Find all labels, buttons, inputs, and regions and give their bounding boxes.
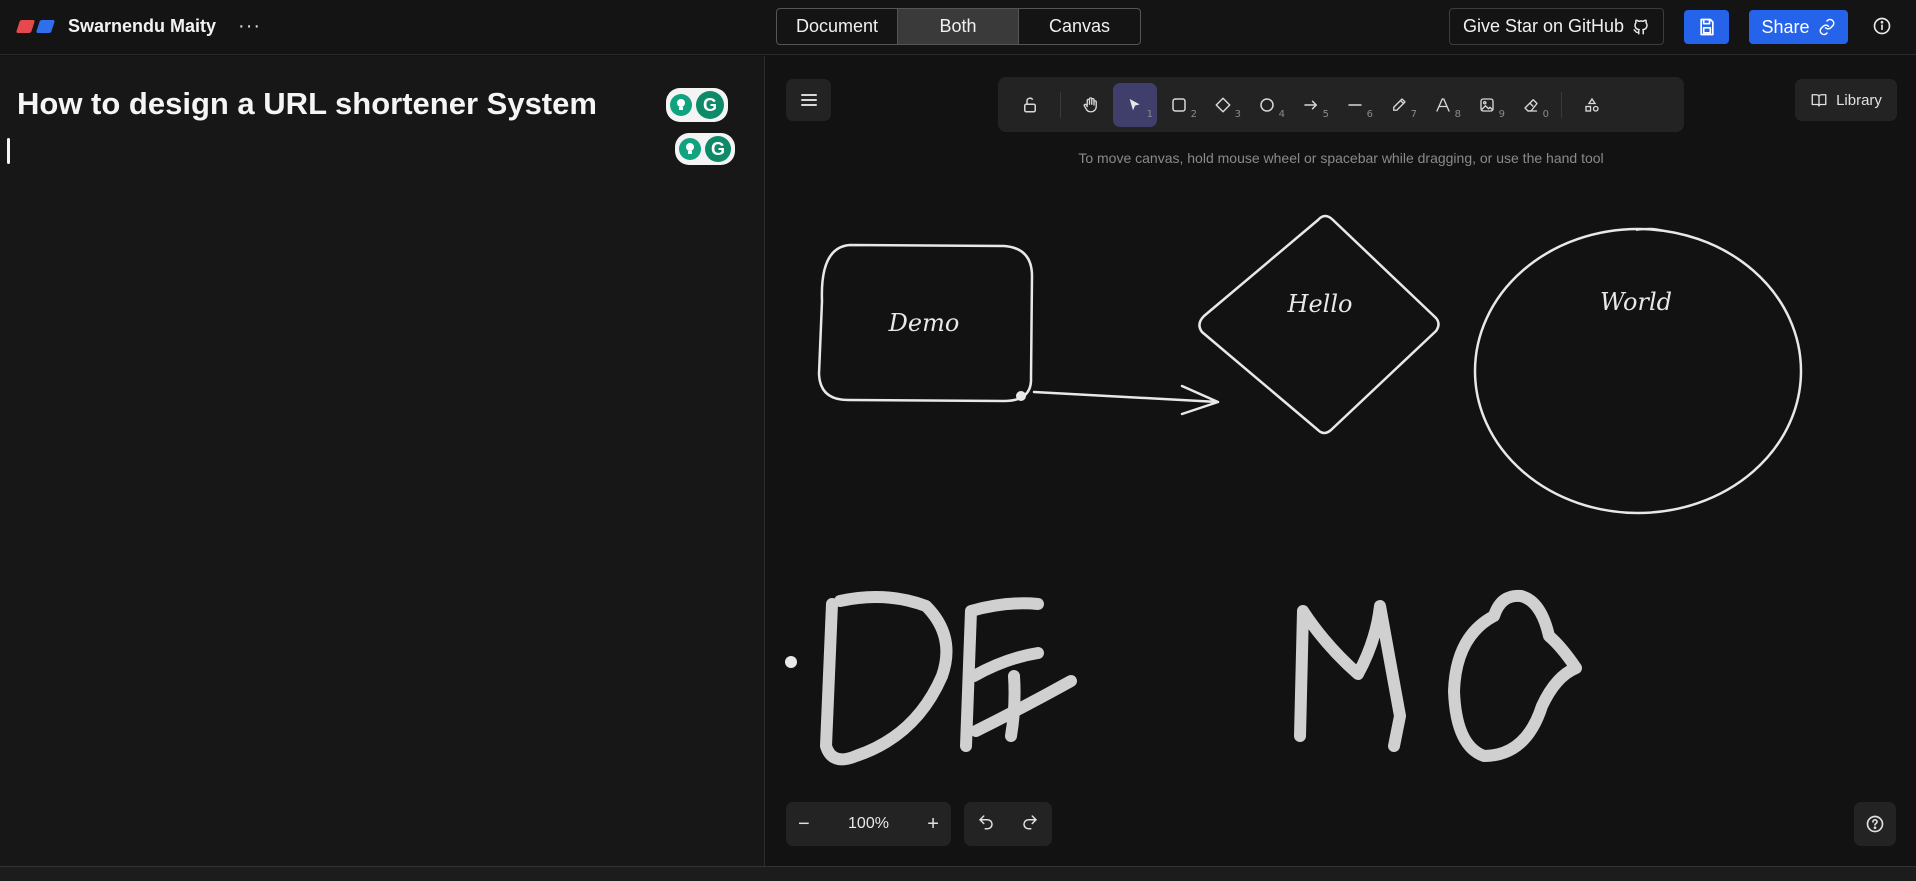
app-logo[interactable]: [15, 14, 58, 38]
diamond-shape[interactable]: [1198, 214, 1440, 435]
tool-diamond[interactable]: 3: [1201, 83, 1245, 127]
ellipse-shape[interactable]: [1473, 227, 1803, 515]
unlock-icon: [1024, 97, 1036, 112]
workspace-name[interactable]: Swarnendu Maity: [68, 16, 216, 37]
rectangle-icon: [1172, 97, 1186, 112]
shape-toolbar: 1 2 3 4 5 6 7 8 9 0: [998, 77, 1684, 132]
share-button[interactable]: Share: [1749, 10, 1848, 44]
more-options-button[interactable]: ···: [238, 16, 261, 36]
diamond-label: Hello: [1287, 290, 1353, 318]
undo-icon: [979, 814, 993, 829]
save-icon: [1699, 18, 1714, 36]
tab-document[interactable]: Document: [777, 9, 898, 44]
tool-image[interactable]: 9: [1465, 83, 1509, 127]
zoom-in-button[interactable]: +: [927, 813, 939, 836]
stray-point: [785, 656, 797, 668]
tool-draw[interactable]: 7: [1377, 83, 1421, 127]
tool-lock[interactable]: [1008, 83, 1052, 127]
grammarly-icon: G: [705, 136, 731, 162]
image-icon: [1480, 97, 1494, 112]
github-star-label: Give Star on GitHub: [1462, 16, 1625, 36]
tool-hand[interactable]: [1069, 83, 1113, 127]
diamond-icon: [1215, 97, 1231, 112]
tool-line[interactable]: 6: [1333, 83, 1377, 127]
ellipse-label: World: [1600, 288, 1672, 316]
eraser-icon: [1524, 98, 1538, 112]
tool-ellipse[interactable]: 4: [1245, 83, 1289, 127]
text-caret: [7, 138, 10, 164]
info-icon: [1873, 17, 1891, 35]
text-icon: [1436, 97, 1450, 112]
github-icon: [1633, 19, 1648, 34]
zoom-controls: − 100% +: [786, 802, 951, 846]
os-taskbar: [0, 866, 1916, 881]
redo-icon: [1023, 814, 1037, 829]
view-toggle: Document Both Canvas: [776, 8, 1141, 45]
lightbulb-icon: [670, 94, 692, 116]
canvas-menu-button[interactable]: [786, 79, 831, 121]
zoom-level[interactable]: 100%: [848, 815, 889, 833]
hamburger-icon: [800, 94, 817, 106]
link-icon: [1819, 18, 1834, 36]
freehand-drawing[interactable]: [820, 589, 1582, 766]
shapes-icon: [1585, 97, 1599, 112]
redo-button[interactable]: [1021, 813, 1039, 836]
hand-icon: [1083, 96, 1097, 112]
library-button[interactable]: Library: [1795, 79, 1897, 121]
brand: Swarnendu Maity ···: [15, 14, 261, 38]
book-icon: [1811, 94, 1827, 107]
pencil-icon: [1393, 97, 1406, 111]
pointer-icon: [1129, 98, 1140, 110]
tab-canvas[interactable]: Canvas: [1019, 9, 1140, 44]
grammarly-icon: G: [696, 91, 724, 119]
tool-arrow[interactable]: 5: [1289, 83, 1333, 127]
tool-more-shapes[interactable]: [1570, 83, 1614, 127]
undo-button[interactable]: [977, 813, 995, 836]
library-label: Library: [1836, 91, 1882, 109]
document-pane[interactable]: How to design a URL shortener System G G: [0, 56, 765, 866]
save-button[interactable]: [1684, 10, 1729, 44]
tab-both[interactable]: Both: [898, 9, 1019, 44]
github-star-button[interactable]: Give Star on GitHub: [1449, 8, 1664, 45]
top-bar: Swarnendu Maity ··· Document Both Canvas…: [0, 0, 1916, 55]
tool-rectangle[interactable]: 2: [1157, 83, 1201, 127]
tool-selection[interactable]: 1: [1113, 82, 1157, 127]
canvas-drawing[interactable]: Demo Hello World: [766, 56, 1916, 816]
history-controls: [964, 802, 1052, 846]
circle-icon: [1260, 97, 1274, 112]
lightbulb-icon: [679, 138, 701, 160]
share-label: Share: [1761, 16, 1810, 37]
connector-dot: [1016, 391, 1026, 401]
canvas-hint: To move canvas, hold mouse wheel or spac…: [1078, 150, 1604, 166]
grammarly-widget-title[interactable]: G: [666, 88, 728, 122]
arrow-connector[interactable]: [1032, 384, 1220, 416]
arrow-right-icon: [1304, 100, 1317, 109]
line-icon: [1348, 103, 1362, 106]
info-button[interactable]: [1870, 14, 1894, 38]
zoom-out-button[interactable]: −: [798, 813, 810, 836]
grammarly-widget-body[interactable]: G: [675, 133, 735, 165]
tool-eraser[interactable]: 0: [1509, 83, 1553, 127]
document-title[interactable]: How to design a URL shortener System: [17, 86, 597, 122]
rectangle-label: Demo: [888, 309, 960, 337]
tool-text[interactable]: 8: [1421, 83, 1465, 127]
help-icon: [1866, 815, 1884, 833]
help-button[interactable]: [1854, 802, 1896, 846]
